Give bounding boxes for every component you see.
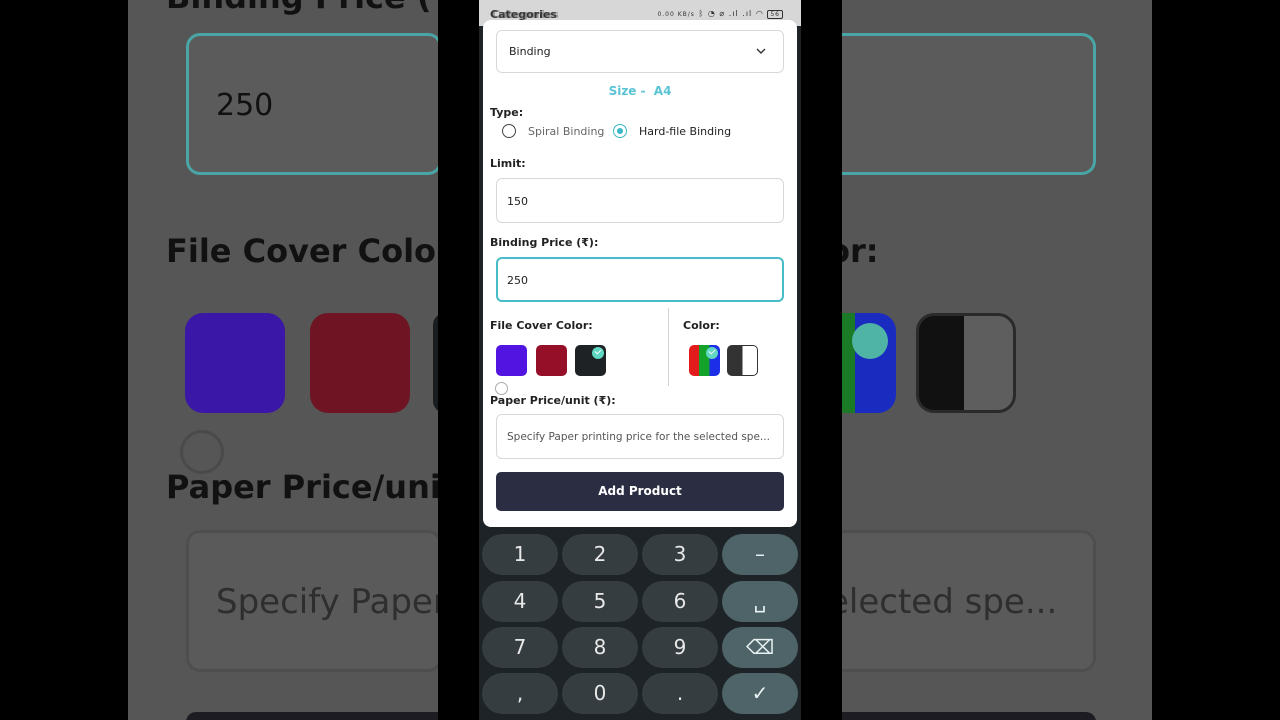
paper-price-input[interactable]: Specify Paper printing price for the sel… [496, 414, 784, 459]
key-comma[interactable]: , [482, 673, 558, 714]
radio-spiral-binding[interactable] [502, 124, 516, 138]
key-0[interactable]: 0 [562, 673, 638, 714]
check-icon [592, 347, 604, 359]
key-space[interactable]: ␣ [722, 581, 798, 622]
bg-binding-price-label: Binding Price (₹ [166, 0, 454, 16]
option-hard-file-binding[interactable]: Hard-file Binding [639, 125, 731, 138]
bg-swatch-purple [185, 313, 285, 413]
size-indicator: Size - A4 [483, 84, 797, 98]
bg-binding-price-field-right [828, 33, 1096, 175]
phone-screen: Categories Categories 0.00 KB/s ᛒ ◔ ⌀ .ı… [479, 0, 801, 720]
key-3[interactable]: 3 [642, 534, 718, 575]
network-speed: 0.00 KB/s [657, 11, 695, 18]
key-2[interactable]: 2 [562, 534, 638, 575]
check-icon [706, 347, 718, 359]
key-backspace[interactable]: ⌫ [722, 627, 798, 668]
paper-price-label: Paper Price/unit (₹): [490, 394, 616, 407]
file-cover-color-label: File Cover Color: [490, 319, 593, 332]
key-4[interactable]: 4 [482, 581, 558, 622]
type-label: Type: [490, 106, 524, 119]
category-dropdown-value: Binding [509, 45, 551, 58]
timer-icon: ◔ [707, 9, 716, 18]
bluetooth-icon: ᛒ [698, 9, 705, 18]
letterbox-left [0, 0, 128, 720]
no-sim-icon: ⌀ [719, 9, 726, 18]
limit-label: Limit: [490, 157, 526, 170]
wifi-icon: ◠ [755, 9, 764, 18]
key-9[interactable]: 9 [642, 627, 718, 668]
key-period[interactable]: . [642, 673, 718, 714]
size-label: Size - [608, 84, 646, 98]
option-spiral-binding[interactable]: Spiral Binding [528, 125, 604, 138]
bg-swatch-red [310, 313, 410, 413]
bg-check-icon [852, 323, 888, 359]
radio-hard-file-binding[interactable] [613, 124, 627, 138]
binding-price-label: Binding Price (₹): [490, 236, 599, 249]
cover-swatch-black[interactable] [575, 345, 606, 376]
column-divider [668, 308, 669, 386]
key-5[interactable]: 5 [562, 581, 638, 622]
signal-icon-2: .ıl [742, 9, 753, 18]
chevron-down-icon [756, 48, 766, 54]
battery-icon: 56 [767, 10, 783, 19]
cover-swatch-red[interactable] [536, 345, 567, 376]
key-minus[interactable]: – [722, 534, 798, 575]
bg-binding-price-value: 250 [216, 88, 274, 123]
bg-paper-placeholder-right: elected spe... [828, 582, 1058, 622]
size-value: A4 [653, 84, 672, 98]
signal-icon: .ıl [728, 9, 739, 18]
color-label: Color: [683, 319, 720, 332]
bg-paper-placeholder-left: Specify Paper [216, 582, 447, 622]
bg-file-cover-label: File Cover Color [166, 232, 452, 270]
add-product-button[interactable]: Add Product [496, 472, 784, 511]
status-icons: 0.00 KB/s ᛒ ◔ ⌀ .ıl .ıl ◠ 56 [657, 9, 783, 19]
cover-swatch-purple[interactable] [496, 345, 527, 376]
color-swatch-black-white[interactable] [727, 345, 758, 376]
product-form-sheet: Binding Size - A4 Type: Spiral Binding H… [483, 20, 797, 527]
bg-swatch-bw [916, 313, 1016, 413]
key-1[interactable]: 1 [482, 534, 558, 575]
binding-price-input[interactable]: 250 [496, 257, 784, 302]
paper-price-placeholder: Specify Paper printing price for the sel… [507, 431, 770, 443]
letterbox-right [1152, 0, 1280, 720]
limit-input[interactable]: 150 [496, 178, 784, 223]
category-dropdown[interactable]: Binding [496, 30, 784, 73]
key-7[interactable]: 7 [482, 627, 558, 668]
key-8[interactable]: 8 [562, 627, 638, 668]
color-swatch-rgb[interactable] [689, 345, 720, 376]
bg-paper-price-label: Paper Price/unit [166, 468, 457, 506]
limit-input-value: 150 [507, 195, 528, 208]
key-done[interactable]: ✓ [722, 673, 798, 714]
binding-price-input-value: 250 [507, 274, 528, 287]
key-6[interactable]: 6 [642, 581, 718, 622]
